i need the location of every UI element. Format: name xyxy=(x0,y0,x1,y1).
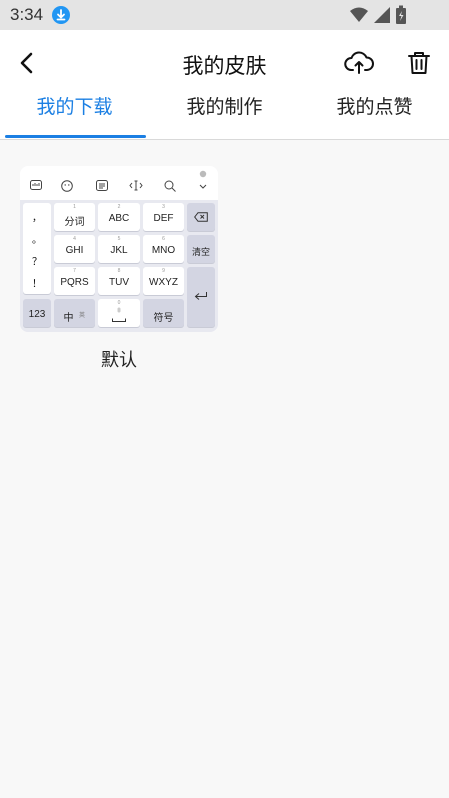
skin-name-label: 默认 xyxy=(101,350,137,371)
delete-button[interactable] xyxy=(404,48,434,78)
trash-icon xyxy=(408,52,430,74)
key-jkl: 5 JKL xyxy=(98,235,140,263)
battery-icon xyxy=(396,5,406,24)
collapse-icon xyxy=(199,170,207,189)
keyboard-preview-toolbar xyxy=(20,166,218,200)
key-clear: 清空 xyxy=(187,235,215,263)
microphone-icon xyxy=(117,307,121,313)
tab-my-downloads[interactable]: 我的下载 xyxy=(0,96,149,139)
punc-question: ？ xyxy=(32,257,42,268)
enter-icon xyxy=(194,292,207,300)
emoji-icon xyxy=(61,180,73,192)
cursor-icon xyxy=(129,180,143,191)
keyboard-preview-body: ， 。 ？ ！ 1 分词 2 ABC 3 DEF 4 GHI 5 JKL 6 MNO 清空 … xyxy=(20,200,218,332)
key-enter xyxy=(187,267,215,327)
key-lang-switch: 中 英 xyxy=(54,299,95,327)
cloud-upload-icon xyxy=(344,51,374,74)
key-123: 123 xyxy=(23,299,51,327)
tab-my-likes[interactable]: 我的点赞 xyxy=(300,96,449,139)
download-icon xyxy=(52,6,70,24)
key-mno: 6 MNO xyxy=(143,235,184,263)
space-icon xyxy=(112,318,126,322)
clipboard-icon xyxy=(96,180,108,191)
key-pqrs: 7 PQRS xyxy=(54,267,95,295)
status-time: 3:34 xyxy=(10,5,44,24)
key-tuv: 8 TUV xyxy=(98,267,140,295)
punctuation-column: ， 。 ？ ！ xyxy=(23,203,51,294)
signal-icon xyxy=(374,7,390,23)
page-title: 我的皮肤 xyxy=(182,54,267,78)
key-ghi: 4 GHI xyxy=(54,235,95,263)
key-space: 0 xyxy=(98,299,140,327)
punc-comma: ， xyxy=(32,213,42,224)
tab-bar: 我的下载 我的制作 我的点赞 xyxy=(0,96,449,140)
key-abc: 2 ABC xyxy=(98,203,140,231)
skin-card-default[interactable]: ， 。 ？ ！ 1 分词 2 ABC 3 DEF 4 GHI 5 JKL 6 MNO 清空 … xyxy=(20,166,218,332)
key-backspace xyxy=(187,203,215,231)
wifi-icon xyxy=(350,7,368,22)
punc-period: 。 xyxy=(32,235,42,246)
search-icon xyxy=(164,180,176,192)
punc-exclaim: ！ xyxy=(32,279,42,290)
status-bar: 3:34 xyxy=(0,0,449,30)
key-def: 3 DEF xyxy=(143,203,184,231)
tab-my-creations[interactable]: 我的制作 xyxy=(150,96,299,139)
key-wxyz: 9 WXYZ xyxy=(143,267,184,295)
keyboard-icon xyxy=(30,180,42,190)
active-tab-indicator xyxy=(5,135,146,138)
key-symbols: 符号 xyxy=(143,299,184,327)
key-fenci: 1 分词 xyxy=(54,203,95,231)
backspace-icon xyxy=(194,212,208,222)
top-app-bar: 我的皮肤 xyxy=(0,30,449,96)
upload-button[interactable] xyxy=(343,48,375,78)
